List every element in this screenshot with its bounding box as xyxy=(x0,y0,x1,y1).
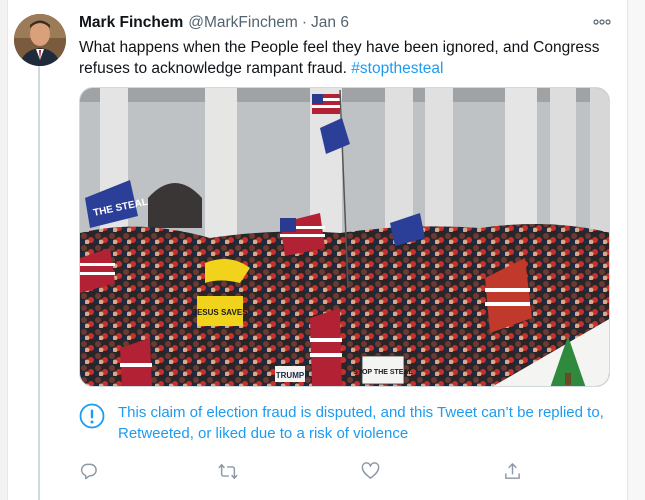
avatar-photo xyxy=(14,14,66,66)
window-left-edge xyxy=(0,0,8,500)
share-icon xyxy=(504,462,520,479)
avatar[interactable] xyxy=(14,14,66,66)
window-right-edge xyxy=(627,0,645,500)
author-handle[interactable]: @MarkFinchem xyxy=(188,14,298,32)
hashtag-link[interactable]: #stopthesteal xyxy=(351,60,443,77)
thread-connector-line xyxy=(38,66,40,500)
like-button[interactable] xyxy=(360,461,380,481)
more-options-button[interactable] xyxy=(592,14,612,30)
tweet-photo[interactable]: THE STEAL JESUS SAVES STOP THE STEAL TRU… xyxy=(79,87,610,387)
tweet-body: What happens when the People feel they h… xyxy=(79,39,600,77)
tweet-date[interactable]: Jan 6 xyxy=(311,14,349,32)
tweet-action-bar xyxy=(78,461,528,481)
trump-sign: TRUMP xyxy=(275,366,305,382)
jesus-saves-sign: JESUS SAVES xyxy=(193,296,249,326)
more-horizontal-icon xyxy=(593,19,611,25)
reply-icon xyxy=(80,463,97,479)
tweet-header: Mark Finchem @MarkFinchem · Jan 6 xyxy=(79,14,349,36)
disputed-claim-text[interactable]: This claim of election fraud is disputed… xyxy=(118,402,610,444)
retweet-icon xyxy=(218,463,238,479)
retweet-button[interactable] xyxy=(218,461,238,481)
svg-text:TRUMP: TRUMP xyxy=(276,371,305,380)
like-icon xyxy=(361,462,379,479)
disputed-claim-notice: This claim of election fraud is disputed… xyxy=(79,402,610,444)
tweet-text: What happens when the People feel they h… xyxy=(79,37,619,79)
svg-text:STOP THE STEAL: STOP THE STEAL xyxy=(353,369,413,376)
crowd-at-capitol-image: THE STEAL JESUS SAVES STOP THE STEAL TRU… xyxy=(80,88,609,386)
reply-button[interactable] xyxy=(78,461,98,481)
exclamation-circle-icon xyxy=(79,403,105,429)
header-separator: · xyxy=(301,14,308,31)
share-button[interactable] xyxy=(502,461,522,481)
author-name[interactable]: Mark Finchem xyxy=(79,14,183,32)
svg-text:JESUS SAVES: JESUS SAVES xyxy=(193,308,249,317)
